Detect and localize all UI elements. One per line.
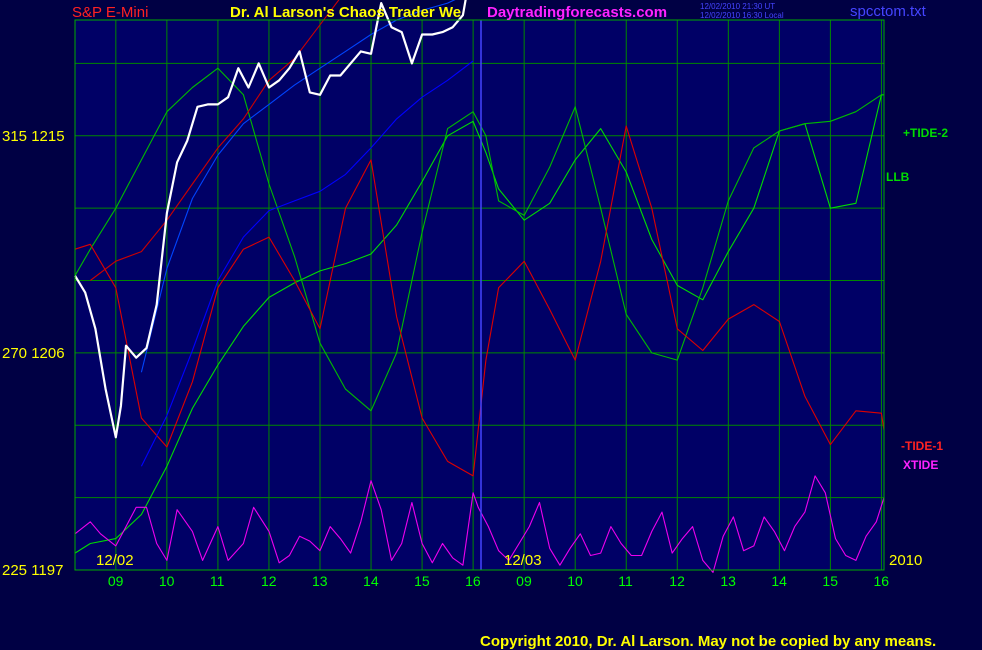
legend-tide1: -TIDE-1 <box>901 439 943 453</box>
y-tick-label: 270 1206 <box>2 345 65 362</box>
x-tick-label: 11 <box>618 573 633 589</box>
legend-xtide: XTIDE <box>903 458 938 472</box>
x-tick-label: 14 <box>363 573 379 589</box>
x-tick-label: 09 <box>516 573 532 589</box>
x-tick-label: 16 <box>873 573 889 589</box>
chart-canvas: S&P E-Mini Dr. Al Larson's Chaos Trader … <box>2 0 948 650</box>
website-label: Daytradingforecasts.com <box>487 4 667 21</box>
x-tick-label: 12 <box>669 573 685 589</box>
chart-title: Dr. Al Larson's Chaos Trader We <box>230 4 461 21</box>
date-label-1: 12/02 <box>96 552 134 569</box>
copyright-text: Copyright 2010, Dr. Al Larson. May not b… <box>480 633 936 650</box>
year-label: 2010 <box>889 552 922 569</box>
timestamp-local: 12/02/2010 16:30 Local <box>700 11 784 20</box>
x-axis-labels: 09 10 11 12 13 14 15 16 09 10 11 12 13 14 15 16 <box>108 573 889 589</box>
x-tick-label: 13 <box>720 573 736 589</box>
legend-llb: LLB <box>886 170 910 184</box>
plot-area <box>75 20 884 570</box>
y-tick-label: 315 1215 <box>2 128 65 145</box>
x-tick-label: 15 <box>822 573 838 589</box>
x-tick-label: 16 <box>465 573 481 589</box>
y-tick-label: 225 1197 <box>2 562 63 579</box>
filename-label: spcctom.txt <box>850 3 927 20</box>
x-tick-label: 15 <box>414 573 430 589</box>
x-tick-label: 09 <box>108 573 124 589</box>
date-label-2: 12/03 <box>504 552 542 569</box>
x-tick-label: 14 <box>771 573 787 589</box>
x-tick-label: 13 <box>312 573 328 589</box>
y-axis-labels: 315 1215 270 1206 225 1197 <box>2 128 65 579</box>
legend-tide2: +TIDE-2 <box>903 126 948 140</box>
x-tick-label: 12 <box>261 573 277 589</box>
timestamp-ut: 12/02/2010 21:30 UT <box>700 2 775 11</box>
x-tick-label: 11 <box>210 573 225 589</box>
x-tick-label: 10 <box>159 573 175 589</box>
instrument-label: S&P E-Mini <box>72 4 148 21</box>
x-tick-label: 10 <box>567 573 583 589</box>
